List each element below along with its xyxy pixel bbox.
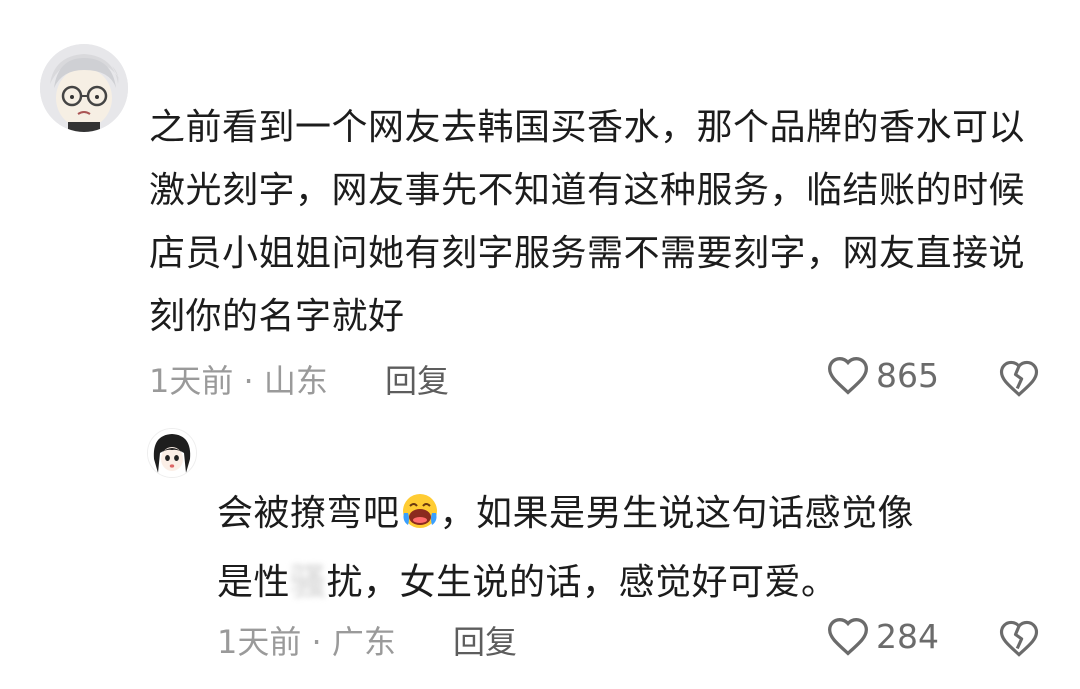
reply-button[interactable]: 回复 (385, 356, 449, 402)
avatar[interactable] (147, 428, 197, 478)
reply-text-part: 是性 (217, 562, 291, 603)
broken-heart-icon (999, 360, 1039, 397)
like-button[interactable]: 284 (826, 615, 939, 657)
dislike-button[interactable] (998, 358, 1040, 402)
reply-text-part: 会被撩弯吧 (217, 493, 400, 534)
reply-text: 会被撩弯吧 ，如果是男生说这句话感觉像 是性骚扰，女生说的话，感觉好可爱。 (217, 482, 1037, 614)
like-count: 284 (876, 616, 939, 656)
reply-button[interactable]: 回复 (453, 617, 517, 663)
avatar[interactable] (40, 44, 128, 132)
reply-text-part: 扰，女生说的话，感觉好可爱。 (326, 562, 838, 603)
reply-text-part: ，如果是男生说这句话感觉像 (439, 493, 915, 534)
heart-icon (828, 618, 868, 656)
heart-icon (828, 357, 868, 395)
comment-meta: 1天前 · 山东 (149, 362, 328, 400)
blurred-text: 骚 (290, 562, 327, 603)
like-count: 865 (876, 355, 939, 395)
reply-meta: 1天前 · 广东 (217, 623, 396, 661)
laughing-crying-emoji-icon (400, 488, 440, 551)
broken-heart-icon (999, 620, 1039, 657)
like-button[interactable]: 865 (826, 354, 939, 396)
comment-text: 之前看到一个网友去韩国买香水，那个品牌的香水可以激光刻字，网友事先不知道有这种服… (149, 107, 1026, 337)
avatar-anime-girl-icon (148, 429, 196, 477)
dislike-button[interactable] (998, 618, 1040, 662)
avatar-cartoon-icon (40, 44, 128, 132)
